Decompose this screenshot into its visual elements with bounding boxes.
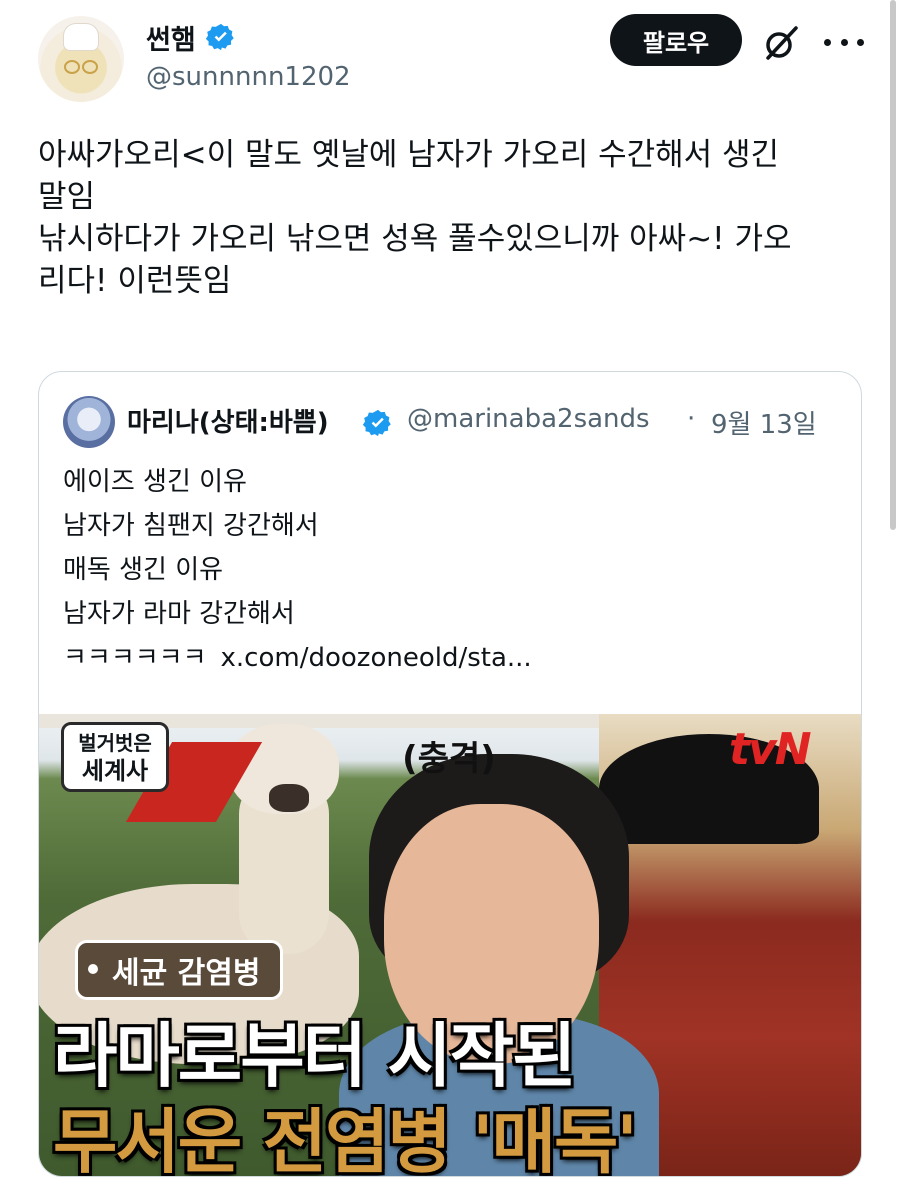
author-handle[interactable]: @sunnnnn1202: [146, 62, 351, 92]
more-dot: [857, 38, 864, 46]
avatar-hat: [64, 24, 98, 50]
tweet-line: 말임: [38, 179, 96, 215]
quoted-line: 매독 생긴 이유: [63, 555, 224, 585]
avatar-glasses-left: [64, 60, 80, 74]
tag-hole-icon: [88, 964, 98, 974]
video-thumbnail[interactable]: 벌거벗은 세계사 (충격) tvN 세균 감염병 라마로부터 시작된 무서운 전…: [39, 714, 861, 1176]
show-logo-line1: 벌거벗은: [78, 731, 152, 755]
quoted-last-line: ㅋㅋㅋㅋㅋㅋ x.com/doozoneold/sta...: [63, 636, 532, 680]
quoted-avatar[interactable]: [63, 396, 115, 448]
quoted-line: 에이즈 생긴 이유: [63, 467, 247, 497]
llama-snout: [269, 784, 309, 812]
quoted-date[interactable]: 9월 13일: [711, 404, 817, 441]
tweet-line: 아싸가오리<이 말도 옛날에 남자가 가오리 수간해서 생긴: [38, 137, 780, 173]
verified-badge-icon: [206, 23, 234, 51]
topic-tag: 세균 감염병: [75, 940, 284, 1000]
avatar-glasses-right: [82, 60, 98, 74]
grok-icon[interactable]: [760, 22, 802, 64]
author-avatar[interactable]: [38, 16, 124, 102]
verified-badge-icon: [363, 409, 391, 437]
quoted-line: 남자가 침팬지 강간해서: [63, 511, 319, 541]
scrollbar[interactable]: [890, 0, 896, 530]
separator-dot: ·: [687, 404, 696, 434]
more-dot: [824, 38, 831, 46]
more-options-icon[interactable]: [824, 24, 864, 60]
thumbnail-title-line2: 무서운 전염병 '매독': [53, 1101, 638, 1176]
tweet-line: 리다! 이런뜻임: [38, 263, 232, 299]
tweet-line: 낚시하다가 가오리 낚으면 성욕 풀수있으니까 아싸~! 가오: [38, 221, 792, 257]
laugh-text: ㅋㅋㅋㅋㅋㅋ: [63, 643, 207, 673]
quoted-text: 에이즈 생긴 이유 남자가 침팬지 강간해서 매독 생긴 이유 남자가 라마 강…: [63, 460, 532, 680]
quoted-tweet[interactable]: 마리나(상태:바쁨) @marinaba2sands · 9월 13일 에이즈 …: [38, 371, 862, 1177]
quoted-link[interactable]: x.com/doozoneold/sta...: [221, 643, 532, 673]
quoted-author-handle[interactable]: @marinaba2sands: [407, 404, 650, 434]
topic-tag-label: 세균 감염병: [112, 956, 261, 991]
author-name[interactable]: 썬햄: [146, 18, 196, 57]
more-dot: [840, 38, 848, 46]
follow-button[interactable]: 팔로우: [610, 14, 742, 66]
show-logo-line2: 세계사: [81, 757, 149, 785]
quoted-author-name[interactable]: 마리나(상태:바쁨): [127, 402, 329, 439]
tweet-text: 아싸가오리<이 말도 옛날에 남자가 가오리 수간해서 생긴 말임 낚시하다가 …: [38, 134, 868, 302]
tvn-logo: tvN: [729, 724, 812, 775]
shock-caption: (충격): [402, 739, 496, 779]
quoted-line: 남자가 라마 강간해서: [63, 599, 295, 629]
show-logo-badge: 벌거벗은 세계사: [61, 722, 169, 792]
